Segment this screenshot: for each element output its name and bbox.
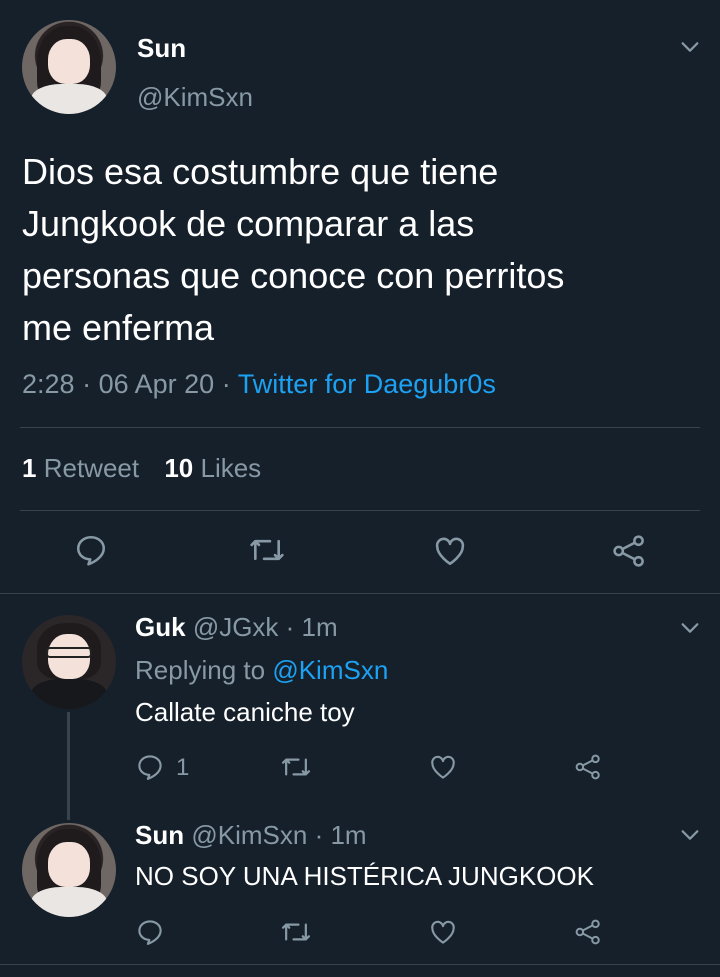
retweet-icon[interactable] <box>280 753 312 781</box>
share-icon[interactable] <box>573 917 603 947</box>
reply-author-handle[interactable]: @JGxk <box>193 612 279 642</box>
avatar-guk[interactable] <box>22 615 116 709</box>
reply-text: Callate caniche toy <box>135 697 355 727</box>
replying-to-link[interactable]: @KimSxn <box>272 655 388 685</box>
retweets-count: 1 <box>22 453 37 483</box>
likes-stat[interactable]: 10 Likes <box>164 453 261 483</box>
reply-icon[interactable] <box>135 917 165 947</box>
reply-time: · 1m <box>314 820 367 850</box>
replying-to: Replying to @KimSxn <box>135 655 388 686</box>
tweet-date: 06 Apr 20 <box>98 369 215 399</box>
reply-author-name[interactable]: Sun <box>135 820 184 850</box>
retweet-icon[interactable] <box>280 918 312 946</box>
tweet-source-link[interactable]: Twitter for Daegubr0s <box>238 369 496 399</box>
reply-icon[interactable] <box>135 752 165 782</box>
retweets-label: Retweet <box>43 453 140 483</box>
meta-separator: · <box>221 369 231 399</box>
author-handle[interactable]: @KimSxn <box>137 82 253 113</box>
tweet-thread: Sun @KimSxn Dios esa costumbre que tiene… <box>0 0 720 977</box>
heart-icon[interactable] <box>428 917 458 947</box>
divider <box>0 593 720 594</box>
share-icon[interactable] <box>610 532 648 570</box>
meta-separator: · <box>82 369 92 399</box>
retweets-stat[interactable]: 1 Retweet <box>22 453 146 483</box>
retweet-icon[interactable] <box>248 533 286 567</box>
heart-icon[interactable] <box>428 752 458 782</box>
heart-icon[interactable] <box>432 533 468 569</box>
reply-text: NO SOY UNA HISTÉRICA JUNGKOOK <box>135 861 594 891</box>
tweet-stats: 1 Retweet 10 Likes <box>22 453 261 484</box>
divider <box>20 427 700 428</box>
tweet-text: Dios esa costumbre que tiene Jungkook de… <box>22 146 564 354</box>
reply-author-name[interactable]: Guk <box>135 612 186 642</box>
reply-header: Sun @KimSxn · 1m <box>135 820 367 851</box>
tweet-text-line: personas que conoce con perritos <box>22 255 565 296</box>
tweet-text-line: Jungkook de comparar a las <box>22 203 475 244</box>
tweet-text-line: Dios esa costumbre que tiene <box>22 151 499 192</box>
avatar-sun[interactable] <box>22 823 116 917</box>
likes-count: 10 <box>164 453 194 483</box>
share-icon[interactable] <box>573 752 603 782</box>
thread-line <box>67 712 70 820</box>
author-name[interactable]: Sun <box>137 33 186 64</box>
chevron-down-icon[interactable] <box>679 824 701 846</box>
avatar-sun[interactable] <box>22 20 116 114</box>
chevron-down-icon[interactable] <box>679 36 701 58</box>
divider <box>20 510 700 511</box>
reply-time: · 1m <box>285 612 338 642</box>
chevron-down-icon[interactable] <box>679 617 701 639</box>
divider <box>0 964 720 965</box>
tweet-text-line: me enferma <box>22 307 215 348</box>
likes-label: Likes <box>200 453 262 483</box>
reply-author-handle[interactable]: @KimSxn <box>191 820 307 850</box>
reply-header: Guk @JGxk · 1m <box>135 612 338 643</box>
tweet-time: 2:28 <box>22 369 75 399</box>
replying-prefix: Replying to <box>135 655 266 685</box>
tweet-meta: 2:28 · 06 Apr 20 · Twitter for Daegubr0s <box>22 369 496 400</box>
reply-icon[interactable] <box>73 532 109 568</box>
reply-count: 1 <box>176 754 190 781</box>
